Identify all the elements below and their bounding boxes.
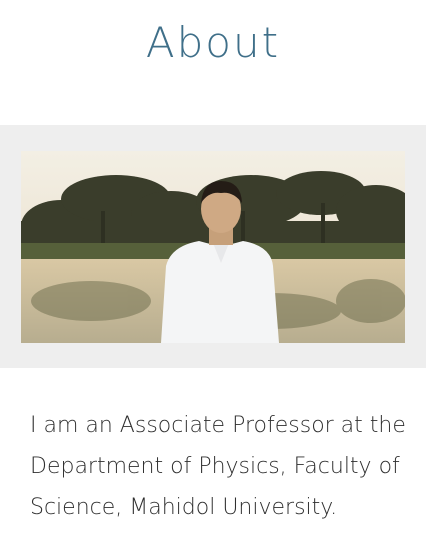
- header: About: [0, 0, 426, 125]
- page-title: About: [145, 18, 281, 67]
- bio-paragraph: I am an Associate Professor at the Depar…: [30, 413, 406, 520]
- photo-band: [0, 125, 426, 368]
- profile-photo: [21, 151, 405, 343]
